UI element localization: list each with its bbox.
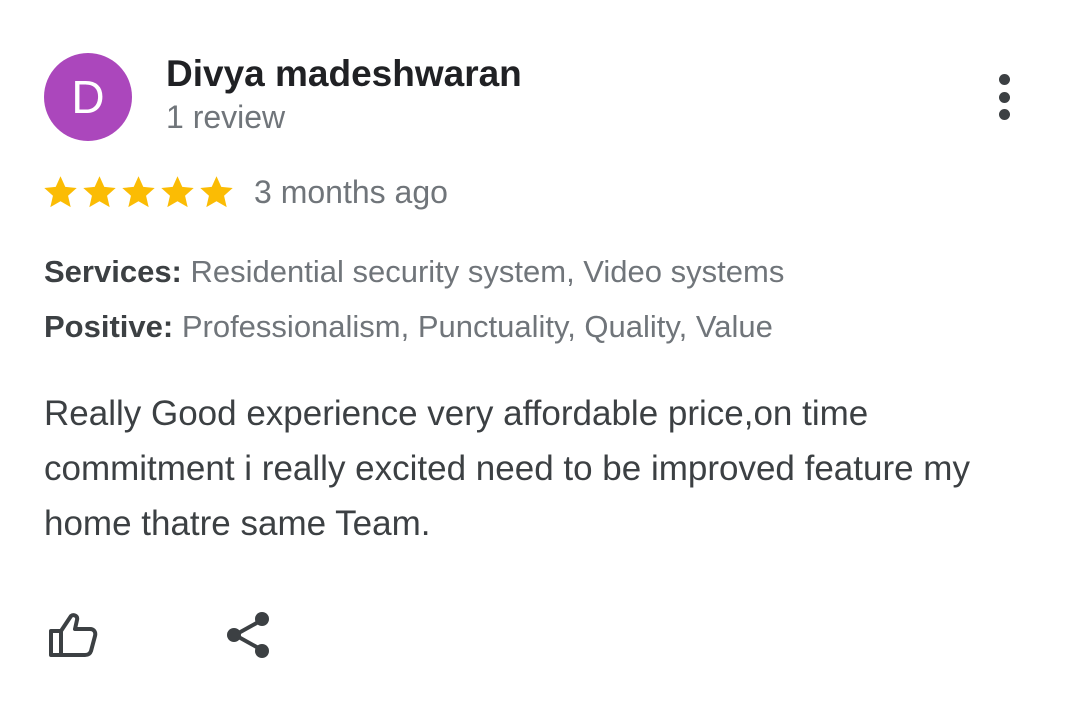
star-icon xyxy=(161,176,194,208)
review-text: Really Good experience very affordable p… xyxy=(44,394,970,543)
review-count: 1 review xyxy=(166,99,286,135)
positive-line: Positive: Professionalism, Punctuality, … xyxy=(44,309,773,345)
thumbs-up-icon xyxy=(49,613,98,657)
services-label: Services: xyxy=(44,254,182,289)
share-button[interactable] xyxy=(218,605,278,665)
avatar-initial: D xyxy=(71,71,105,123)
more-options-button[interactable] xyxy=(980,68,1028,126)
like-button[interactable] xyxy=(42,605,102,665)
star-icon xyxy=(200,176,233,208)
positive-label: Positive: xyxy=(44,309,174,344)
author-name[interactable]: Divya madeshwaran xyxy=(166,53,522,95)
star-icon xyxy=(122,176,155,208)
more-vert-icon xyxy=(998,74,1010,120)
review-card: D Divya madeshwaran 1 review 3 months ag… xyxy=(0,0,1080,718)
review-time: 3 months ago xyxy=(254,174,448,210)
star-icon xyxy=(44,176,77,208)
positive-value: Professionalism, Punctuality, Quality, V… xyxy=(173,309,773,344)
star-icon xyxy=(83,176,116,208)
star-rating xyxy=(42,172,235,212)
share-icon xyxy=(227,612,269,658)
services-value: Residential security system, Video syste… xyxy=(181,254,785,289)
services-line: Services: Residential security system, V… xyxy=(44,254,784,290)
avatar[interactable]: D xyxy=(44,53,132,141)
